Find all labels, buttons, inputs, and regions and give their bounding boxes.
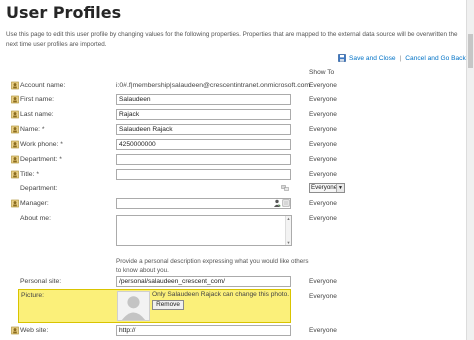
manager-label: Manager: [20, 200, 49, 207]
page-title: User Profiles [6, 3, 122, 22]
last-name-label: Last name: [20, 111, 54, 118]
department-label: Department: [20, 185, 58, 192]
web-site-label: Web site: [20, 327, 49, 334]
property-icon [11, 155, 19, 164]
name-row: Name: * Salaudeen Rajack Everyone [0, 124, 460, 138]
manager-input[interactable] [116, 198, 291, 209]
action-separator: | [399, 54, 402, 62]
work-phone-row: Work phone: * 4250000000 Everyone [0, 139, 460, 153]
save-and-close-link[interactable]: Save and Close [349, 55, 396, 62]
department-required-input[interactable] [116, 154, 291, 165]
personal-site-input[interactable]: /personal/salaudeen_crescent_com/ [116, 276, 291, 287]
title-label: Title: * [20, 171, 40, 178]
property-icon [11, 81, 19, 90]
last-name-row: Last name: Rajack Everyone [0, 109, 460, 123]
web-site-visibility: Everyone [309, 327, 337, 334]
picture-visibility-row: Everyone [0, 291, 460, 305]
department-required-visibility: Everyone [309, 156, 337, 163]
account-name-visibility: Everyone [309, 82, 337, 89]
manager-row: Manager: Everyone [0, 198, 460, 212]
first-name-input[interactable]: Salaudeen [116, 94, 291, 105]
scrollbar-thumb[interactable] [468, 34, 473, 68]
cancel-and-go-back-link[interactable]: Cancel and Go Back [405, 55, 465, 62]
chevron-down-icon[interactable]: ▼ [336, 184, 344, 192]
property-icon [11, 140, 19, 149]
about-me-label: About me: [20, 215, 51, 222]
account-name-row: Account name: i:0#.f|membership|salaudee… [0, 80, 460, 94]
page-description: Use this page to edit this user profile … [6, 31, 458, 48]
work-phone-label: Work phone: * [20, 141, 63, 148]
name-visibility: Everyone [309, 126, 337, 133]
property-icon [11, 199, 19, 208]
page-scrollbar[interactable] [466, 0, 474, 340]
personal-site-row: Personal site: /personal/salaudeen_cresc… [0, 276, 460, 290]
first-name-label: First name: [20, 96, 54, 103]
account-name-label: Account name: [20, 82, 66, 89]
department-row: Department: Everyone ▼ [0, 183, 460, 197]
about-me-visibility: Everyone [309, 215, 337, 222]
property-icon [11, 170, 19, 179]
last-name-input[interactable]: Rajack [116, 109, 291, 120]
property-icon [11, 125, 19, 134]
action-bar: Save and Close | Cancel and Go Back [338, 54, 466, 62]
textarea-scrollbar[interactable]: ▲ ▼ [285, 216, 291, 245]
account-name-value: i:0#.f|membership|salaudeen@crescentintr… [116, 82, 311, 89]
web-site-row: Web site: http:// Everyone [0, 325, 460, 339]
last-name-visibility: Everyone [309, 111, 337, 118]
name-label: Name: * [20, 126, 45, 133]
title-visibility: Everyone [309, 171, 337, 178]
department-visibility-value: Everyone [311, 184, 338, 191]
department-required-label: Department: * [20, 156, 62, 163]
work-phone-input[interactable]: 4250000000 [116, 139, 291, 150]
about-me-hint: Provide a personal description expressin… [116, 258, 309, 274]
work-phone-visibility: Everyone [309, 141, 337, 148]
save-icon[interactable] [338, 54, 346, 62]
first-name-row: First name: Salaudeen Everyone [0, 94, 460, 108]
first-name-visibility: Everyone [309, 96, 337, 103]
show-to-header: Show To [309, 69, 335, 76]
department-required-row: Department: * Everyone [0, 154, 460, 168]
manager-visibility: Everyone [309, 200, 337, 207]
address-book-icon[interactable] [282, 199, 290, 207]
department-picker-icon[interactable] [281, 184, 289, 192]
title-input[interactable] [116, 169, 291, 180]
scroll-down-icon[interactable]: ▼ [286, 240, 291, 245]
property-icon [11, 95, 19, 104]
name-input[interactable]: Salaudeen Rajack [116, 124, 291, 135]
property-icon [11, 110, 19, 119]
web-site-input[interactable]: http:// [116, 325, 291, 336]
scroll-up-icon[interactable]: ▲ [286, 216, 291, 221]
people-picker-icon[interactable] [273, 199, 281, 207]
title-row: Title: * Everyone [0, 169, 460, 183]
about-me-textarea[interactable]: ▲ ▼ [116, 215, 292, 246]
personal-site-visibility: Everyone [309, 278, 337, 285]
property-icon [11, 326, 19, 335]
personal-site-label: Personal site: [20, 278, 62, 285]
department-visibility-select[interactable]: Everyone ▼ [309, 183, 345, 193]
picture-visibility: Everyone [309, 293, 337, 300]
